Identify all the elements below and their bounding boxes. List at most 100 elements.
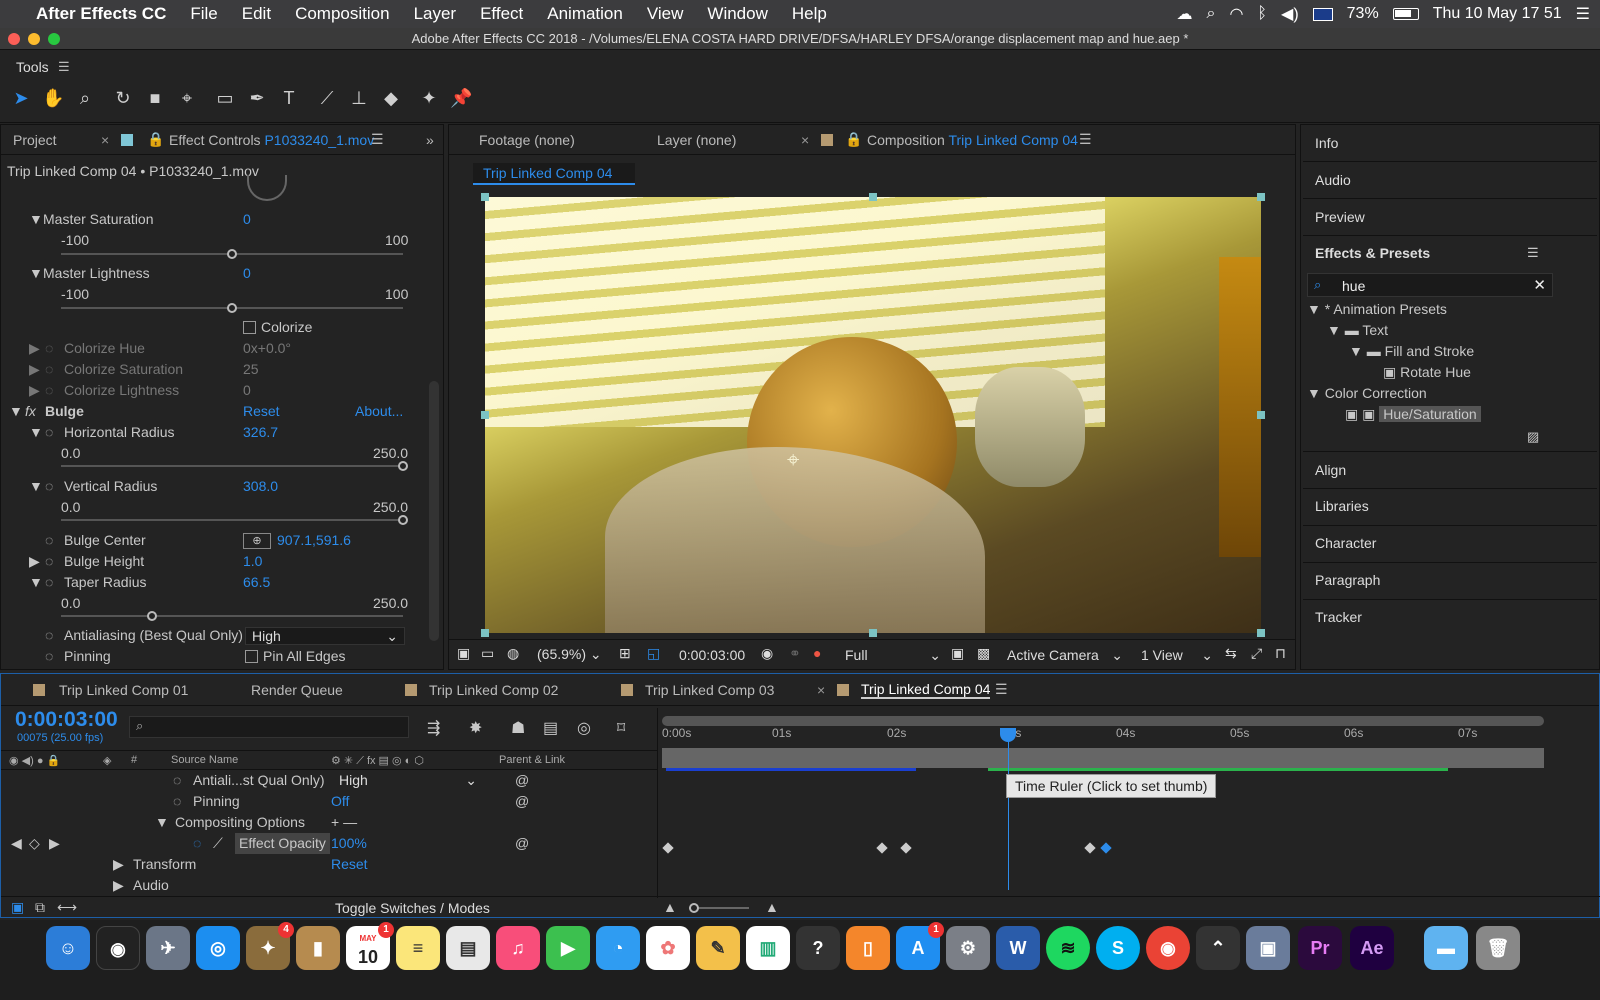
tab-footage[interactable]: Footage (none): [479, 132, 575, 148]
preview-icon[interactable]: ▤: [446, 926, 490, 970]
help-icon[interactable]: ?: [796, 926, 840, 970]
taper-radius-value[interactable]: 66.5: [243, 572, 270, 593]
snapshot-icon[interactable]: ◉: [761, 645, 773, 662]
handle-bl[interactable]: [481, 629, 489, 637]
keyframe[interactable]: [876, 842, 888, 854]
pan-behind-icon[interactable]: ⌖: [176, 87, 198, 109]
vertical-radius-slider[interactable]: [61, 515, 408, 525]
numbers-icon[interactable]: ▥: [746, 926, 790, 970]
clock[interactable]: Thu 10 May 17 51: [1433, 5, 1562, 23]
menu-effect[interactable]: Effect: [468, 4, 535, 24]
stopwatch-icon[interactable]: ◌: [45, 625, 53, 646]
tab-comp-01[interactable]: Trip Linked Comp 01: [59, 682, 188, 698]
views-dropdown[interactable]: 1 View ⌄: [1141, 647, 1217, 663]
contacts-icon[interactable]: ▮: [296, 926, 340, 970]
keyframe-selected[interactable]: [1100, 842, 1112, 854]
pick-whip-icon[interactable]: @: [515, 833, 529, 854]
facetime-icon[interactable]: ▶: [546, 926, 590, 970]
slider-knob[interactable]: [398, 515, 408, 525]
expand-panels-icon[interactable]: »: [426, 132, 434, 148]
menu-composition[interactable]: Composition: [283, 4, 402, 24]
eraser-icon[interactable]: ◆: [380, 87, 402, 109]
safari-icon[interactable]: ◎: [196, 926, 240, 970]
align-panel-tab[interactable]: Align: [1315, 462, 1346, 478]
new-folder-icon[interactable]: ▨: [1527, 429, 1539, 445]
panel-menu-icon[interactable]: ☰: [1079, 131, 1092, 148]
panel-menu-icon[interactable]: ☰: [371, 131, 384, 148]
hue-wheel-icon[interactable]: [247, 175, 287, 201]
master-saturation-value[interactable]: 0: [243, 209, 251, 230]
stopwatch-icon[interactable]: ◌: [45, 476, 53, 497]
pages-icon[interactable]: ✎: [696, 926, 740, 970]
type-tool-icon[interactable]: T: [278, 87, 300, 109]
tab-comp-03[interactable]: Trip Linked Comp 03: [645, 682, 774, 698]
pick-whip-icon[interactable]: @: [515, 770, 529, 791]
zoom-out-icon[interactable]: ▲: [663, 899, 677, 915]
fast-preview-icon[interactable]: ▣: [951, 645, 964, 662]
word-icon[interactable]: W: [996, 926, 1040, 970]
playhead[interactable]: [1008, 732, 1009, 890]
audio-panel-tab[interactable]: Audio: [1315, 172, 1351, 188]
add-keyframe-icon[interactable]: ◇: [29, 833, 40, 854]
rotate-tool-icon[interactable]: ↻: [112, 87, 134, 109]
lock-icon[interactable]: 🔒: [845, 131, 862, 148]
channel-icon[interactable]: ●: [813, 645, 821, 661]
tree-item-color-correction[interactable]: ▼ Color Correction: [1305, 385, 1551, 406]
zoom-in-icon[interactable]: ▲: [765, 899, 779, 915]
stopwatch-icon[interactable]: ◌: [45, 422, 53, 443]
menu-help[interactable]: Help: [780, 4, 839, 24]
grid-icon[interactable]: ⊞: [619, 645, 631, 662]
always-preview-icon[interactable]: ▣: [457, 645, 470, 662]
stopwatch-icon[interactable]: ◌: [45, 359, 53, 380]
rectangle-tool-icon[interactable]: ▭: [214, 87, 236, 109]
roto-brush-icon[interactable]: ✦: [418, 87, 440, 109]
wifi-icon[interactable]: ◠: [1229, 4, 1243, 24]
menu-window[interactable]: Window: [695, 4, 779, 24]
frame-blending-icon[interactable]: ▤: [543, 718, 558, 738]
label-icon[interactable]: ◈: [103, 754, 111, 767]
spotify-icon[interactable]: ≋: [1046, 926, 1090, 970]
after-effects-icon[interactable]: Ae: [1350, 926, 1394, 970]
collapse-triangle-icon[interactable]: ▶: [113, 875, 124, 896]
transfer-controls-icon[interactable]: ⧉: [35, 899, 45, 916]
comp-timecode[interactable]: 0:00:03:00: [679, 647, 745, 663]
layer-switches-icon[interactable]: ▣: [11, 899, 24, 916]
lock-icon[interactable]: 🔒: [147, 131, 164, 148]
premiere-icon[interactable]: Pr: [1298, 926, 1342, 970]
stopwatch-icon[interactable]: ◌: [45, 572, 53, 593]
photos-icon[interactable]: ✦ 4: [246, 922, 294, 970]
toggle-switches-modes-button[interactable]: Toggle Switches / Modes: [335, 900, 490, 916]
mask-icon[interactable]: ◍: [507, 645, 519, 662]
bulge-center-value[interactable]: 907.1,591.6: [277, 530, 351, 551]
monitor-icon[interactable]: ▭: [481, 645, 494, 662]
cloud-upload-icon[interactable]: ☁: [1176, 4, 1192, 24]
comp-sub-tab[interactable]: Trip Linked Comp 04: [473, 163, 635, 185]
collapse-triangle-icon[interactable]: ▶: [29, 359, 40, 380]
arrow-icon[interactable]: ⌃: [1196, 926, 1240, 970]
work-area-bar[interactable]: [662, 716, 1544, 726]
panel-menu-icon[interactable]: ☰: [1527, 245, 1539, 261]
stopwatch-icon[interactable]: ◌: [45, 338, 53, 359]
menu-edit[interactable]: Edit: [230, 4, 283, 24]
clear-search-icon[interactable]: ✕: [1533, 276, 1546, 294]
close-tab-icon[interactable]: ×: [817, 682, 825, 698]
tree-item-animation-presets[interactable]: ▼ * Animation Presets: [1305, 301, 1551, 322]
source-name-header[interactable]: Source Name: [171, 754, 238, 766]
expand-triangle-icon[interactable]: ▼: [29, 263, 43, 284]
handle-tm[interactable]: [869, 193, 877, 201]
vertical-radius-value[interactable]: 308.0: [243, 476, 278, 497]
graph-icon[interactable]: ⟋: [213, 833, 223, 854]
launchpad-icon[interactable]: ✈: [146, 926, 190, 970]
close-window-icon[interactable]: [8, 33, 20, 45]
switches-header-icon[interactable]: ⚙ ✳ ⟋ fx ▤ ◎ ◐ ⬡: [331, 754, 424, 768]
collapse-triangle-icon[interactable]: ▶: [29, 380, 40, 401]
music-icon[interactable]: ♫: [496, 926, 540, 970]
prev-keyframe-icon[interactable]: ◀: [11, 833, 22, 854]
brush-tool-icon[interactable]: ⟋: [316, 87, 338, 109]
menu-layer[interactable]: Layer: [402, 4, 469, 24]
menu-animation[interactable]: Animation: [535, 4, 635, 24]
show-snapshot-icon[interactable]: ⚭: [789, 645, 801, 662]
tl-row-value[interactable]: Off: [331, 791, 349, 812]
tab-project[interactable]: Project: [1, 132, 69, 148]
keyframe[interactable]: [662, 842, 674, 854]
